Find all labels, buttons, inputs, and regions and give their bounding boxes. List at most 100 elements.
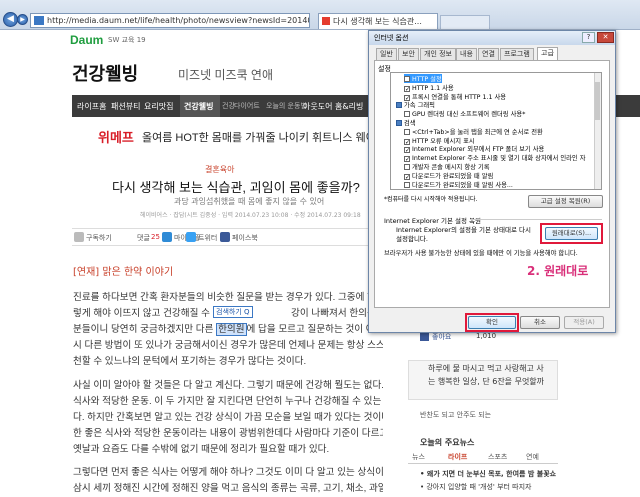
popular-item[interactable]: • 강아지 입양할 때 '개성' 부터 따지자 <box>420 482 532 492</box>
reset-highlight-box <box>540 223 603 244</box>
page-icon <box>34 16 44 25</box>
tab-life[interactable]: 라이프 <box>448 452 467 462</box>
site-links[interactable]: SW 교육 19 <box>108 35 146 45</box>
facebook-icon <box>220 232 230 242</box>
ok-highlight-box <box>465 313 519 332</box>
setting-item[interactable]: ✓ 다운로드가 완료되었을 때 알림 <box>404 171 493 180</box>
comments-count[interactable]: 25 <box>151 233 160 241</box>
side-promo-text[interactable]: 하루에 물 마시고 먹고 사랑해고 사는 행복한 일상, 단 6잔을 무엇할까 <box>428 362 548 388</box>
tab-advanced[interactable]: 고급 <box>537 47 558 60</box>
article-line: 식사와 적당한 운동. 이 두 가지만 잘 지킨다면 단언히 누구나 건강해질 … <box>73 396 383 407</box>
tab-news[interactable]: 뉴스 <box>412 452 425 462</box>
setting-item[interactable]: ✓ HTTP 1.1 사용 <box>404 83 454 92</box>
checkbox[interactable] <box>404 111 410 118</box>
setting-item-label: GPU 렌더링 대신 소프트웨어 렌더링 사용* <box>412 111 526 119</box>
article-line: 천할 수 있느냐의 문턱에서 포기하는 경우가 많다는 것이다. <box>73 356 307 367</box>
apply-button[interactable]: 적용(A) <box>564 316 604 329</box>
tab-programs[interactable]: 프로그램 <box>500 48 534 60</box>
address-bar[interactable]: http://media.daum.net/life/health/photo/… <box>30 13 310 28</box>
article-meta: 헤이비어스 · 잡담(시트 김중성 · 입력 2014.07.23 10:08 … <box>140 212 361 219</box>
nav-item-food[interactable]: 요리맛집 <box>144 101 173 112</box>
highlighted-keyword: 한의원 <box>216 323 247 336</box>
back-button[interactable]: ◀ <box>3 12 18 27</box>
settings-label: 설정 <box>378 65 391 73</box>
forward-button[interactable]: ▶ <box>17 14 28 25</box>
setting-item[interactable]: 다운로드가 완료되었을 때 알림 사용... <box>404 180 513 189</box>
nav-item-home-living[interactable]: 홈&리빙 <box>335 101 363 112</box>
daum-favicon-icon <box>322 17 330 25</box>
setting-item-label: 다운로드가 완료되었을 때 알림 사용... <box>412 181 513 189</box>
article-line: 진료를 하다보면 간혹 환자분들의 비슷한 질문을 받는 경우가 있다. 그중에… <box>73 292 383 303</box>
setting-item[interactable]: HTTP 설정 <box>404 74 442 83</box>
tab-connections[interactable]: 연결 <box>478 48 499 60</box>
article-line: 그렇다면 먼저 좋은 식사는 어떻게 해야 하나? 그것도 이미 다 알고 있는… <box>73 467 383 478</box>
daum-logo[interactable]: Daum <box>70 33 103 47</box>
checkbox[interactable] <box>404 181 410 188</box>
article-line: 사실 이미 알아야 할 것들은 다 알고 계신다. 그렇기 때문에 건강해 뭘도… <box>73 380 383 391</box>
checkbox[interactable] <box>404 76 410 82</box>
series-title[interactable]: [연재] 맑은 한약 이야기 <box>73 263 173 278</box>
checkbox[interactable] <box>404 164 410 170</box>
dialog-title: 인터넷 옵션 <box>374 34 409 42</box>
like-count: 1,010 <box>476 332 497 340</box>
twitter-button[interactable]: 트위터 <box>198 233 217 243</box>
subnav-item-health[interactable]: 건강 <box>222 101 235 111</box>
article-headline: 다시 생각해 보는 식습관, 괴임이 몸에 좋을까? <box>112 180 360 195</box>
browser-tab-new[interactable] <box>440 15 490 29</box>
setting-item[interactable]: GPU 렌더링 대신 소프트웨어 렌더링 사용* <box>404 109 525 118</box>
popular-item[interactable]: • 왜가 지면 더 눈부신 목포, 한여름 밤 불꽃쇼 <box>420 469 556 479</box>
restore-advanced-button[interactable]: 고급 설정 복원(R) <box>528 195 603 208</box>
subnav-item-exercise[interactable]: 오늘의 운동법 <box>266 101 307 111</box>
article-category[interactable]: 결혼육아 <box>205 164 234 175</box>
search-tooltip[interactable]: 검색하기 Q <box>213 306 253 318</box>
like-button[interactable]: 좋아요 <box>432 332 451 342</box>
facebook-button[interactable]: 페이스북 <box>232 233 258 243</box>
section-title[interactable]: 건강웰빙 <box>72 60 138 86</box>
twitter-icon <box>186 232 196 242</box>
article-line: 분들이니 당연히 궁금하겠지만 다른 한의원 에 답을 모르고 질문하는 것이 아… <box>73 323 383 336</box>
setting-item[interactable]: 가속 그래픽 <box>396 100 435 109</box>
facebook-like-icon <box>420 332 429 341</box>
checkbox[interactable] <box>404 128 410 135</box>
setting-item[interactable]: ✓ 프록시 연결을 통해 HTTP 1.1 사용 <box>404 92 506 101</box>
step-annotation: 2. 원래대로 <box>527 264 589 278</box>
browser-tab-active[interactable]: 다시 생각해 보는 식습관... <box>318 13 438 29</box>
tab-privacy[interactable]: 개인 정보 <box>420 48 456 60</box>
article-line: 다. 하지만 간혹보면 알고 있는 건강 상식이 가끔 모순을 보일 때가 있다… <box>73 412 383 423</box>
side-link[interactable]: 반찬도 되고 안주도 되는 <box>420 410 491 420</box>
close-button[interactable]: ✕ <box>597 32 614 43</box>
tab-content[interactable]: 내용 <box>456 48 477 60</box>
setting-item[interactable]: ✓ Internet Explorer 주소 표시줄 및 열기 대화 상자에서 인… <box>404 153 586 163</box>
subnav-item-diet[interactable]: 다이어트 <box>234 101 260 111</box>
reset-warning: 브라우저가 사용 불가능한 상태에 있을 때에만 이 기능을 사용해야 합니다. <box>384 250 578 257</box>
help-button[interactable]: ? <box>582 32 595 43</box>
subscribe-button[interactable]: 구독하기 <box>86 233 112 243</box>
promo-text[interactable]: 올여름 HOT한 몸매를 가꿔줄 나이키 휘트니스 웨어 <box>142 129 376 145</box>
nav-item-fashion[interactable]: 패션뷰티 <box>111 101 140 112</box>
nav-item-outdoor[interactable]: 아웃도어 <box>303 101 332 112</box>
setting-item[interactable]: 검색 <box>396 118 416 127</box>
promo-brand[interactable]: 위메프 <box>98 127 134 146</box>
tab-security[interactable]: 보안 <box>398 48 419 60</box>
nav-item-health[interactable]: 건강웰빙 <box>184 101 213 112</box>
setting-item[interactable]: ✓ Internet Explorer 외부에서 FTP 폴더 보기 사용 <box>404 144 544 154</box>
reset-group-label: Internet Explorer 기본 설정 복원 <box>384 217 482 225</box>
tree-scroll-thumb[interactable] <box>595 82 600 120</box>
setting-item[interactable]: 개발자 콘솔 메시지 항상 기록 <box>404 162 490 171</box>
comments-label[interactable]: 댓글 <box>137 233 150 243</box>
tab-entertainment[interactable]: 연예 <box>526 452 539 462</box>
article-deck: 과당 과잉섭취했을 때 몸에 좋지 않을 수 있어 <box>174 197 325 206</box>
tab-sports[interactable]: 스포츠 <box>488 452 507 462</box>
folder-icon <box>396 102 402 109</box>
folder-icon <box>396 120 402 126</box>
nav-item-life-home[interactable]: 라이프홈 <box>77 101 106 112</box>
tab-general[interactable]: 일반 <box>376 48 397 60</box>
subscribe-icon <box>74 232 84 242</box>
popular-news-title: 오늘의 주요뉴스 <box>420 438 475 447</box>
setting-item[interactable]: <Ctrl+Tab>을 눌러 탭을 최근에 연 순서로 전환 <box>404 127 543 136</box>
reset-description: Internet Explorer의 설정을 기본 상태대로 다시 설정합니다. <box>396 226 531 243</box>
article-line: 한 좋은 식사와 적당한 운동이라는 내용이 광범위한데다 사람마다 기준이 다… <box>73 428 383 439</box>
section-subtitle-links[interactable]: 미즈넷 미즈쿡 연애 <box>178 66 273 83</box>
setting-item[interactable]: ✓ HTTP 오류 메시지 표시 <box>404 136 475 145</box>
cancel-button[interactable]: 취소 <box>520 316 560 329</box>
